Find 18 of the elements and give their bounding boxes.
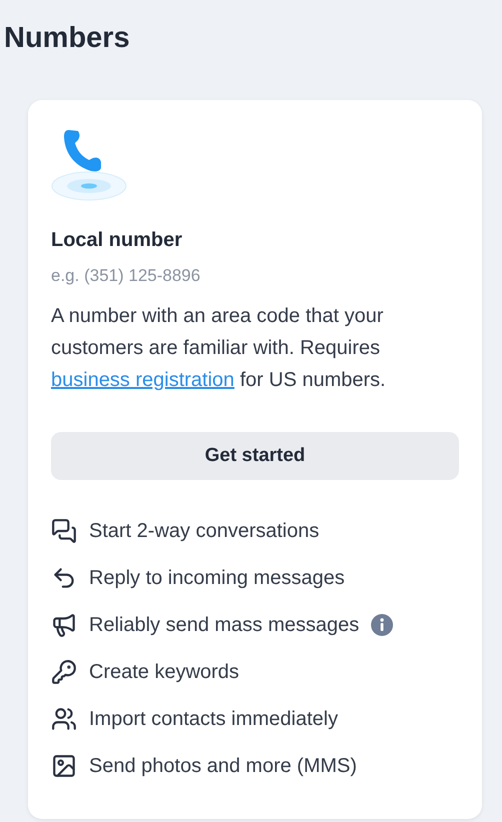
- feature-label: Start 2-way conversations: [89, 520, 320, 542]
- example-number: e.g. (351) 125-8896: [51, 266, 202, 286]
- info-icon[interactable]: [371, 614, 394, 636]
- feature-label: Reliably send mass messages: [89, 614, 360, 636]
- people-icon: [51, 706, 77, 732]
- image-icon: [51, 753, 77, 779]
- description: A number with an area code that your customers are familiar with. Requires business registration for US numbers.: [51, 304, 387, 393]
- feature-label: Import contacts immediately: [89, 708, 338, 730]
- get-started-button[interactable]: Get started: [51, 432, 459, 480]
- feature-label: Send photos and more (MMS): [89, 754, 357, 778]
- page-title: Numbers: [4, 21, 131, 56]
- phone-icon: [51, 128, 129, 202]
- chat-icon: [51, 518, 77, 544]
- feature-label: Reply to incoming messages: [89, 566, 345, 590]
- card-title: Local number: [51, 229, 184, 252]
- key-icon: [51, 659, 77, 685]
- feature-label: Create keywords: [89, 660, 240, 684]
- megaphone-icon: [51, 612, 77, 638]
